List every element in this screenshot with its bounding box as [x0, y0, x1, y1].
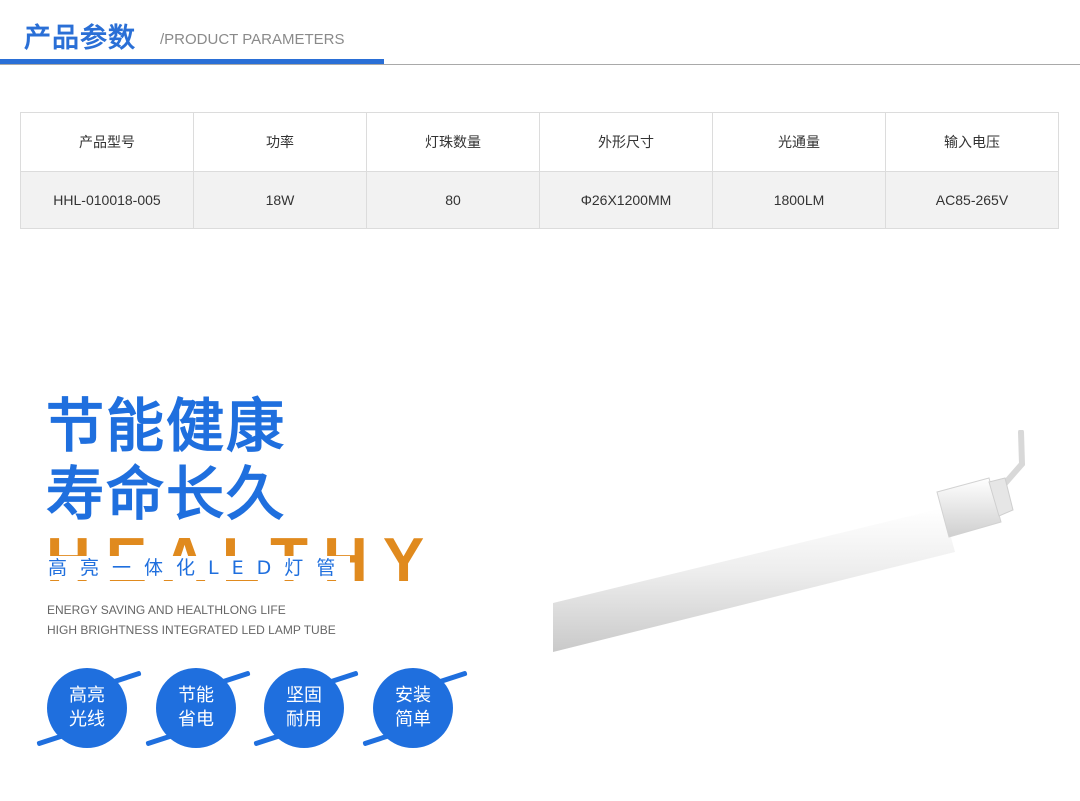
table-header-cell: 输入电压: [885, 112, 1059, 172]
table-header-cell: 灯珠数量: [366, 112, 540, 172]
feature-label: 坚固: [286, 685, 322, 706]
table-cell: 18W: [193, 171, 367, 229]
table-row: HHL-010018-005 18W 80 Φ26X1200MM 1800LM …: [20, 171, 1059, 229]
product-subtitle-cn: 高亮一体化LED灯管: [46, 556, 351, 580]
feature-label: 节能: [178, 685, 214, 706]
feature-badge-durable: 坚固 耐用: [253, 668, 359, 748]
feature-badge-install: 安装 简单: [362, 668, 468, 748]
table-header-cell: 光通量: [712, 112, 886, 172]
tube-body: [553, 508, 955, 652]
feature-label: 高亮: [69, 685, 105, 706]
table-cell: 1800LM: [712, 171, 886, 229]
slogan-line-2: 寿命长久: [46, 460, 287, 528]
table-header-row: 产品型号 功率 灯珠数量 外形尺寸 光通量 输入电压: [20, 112, 1059, 172]
table-header-cell: 外形尺寸: [539, 112, 713, 172]
feature-badge-brightness: 高亮 光线: [36, 668, 142, 748]
english-tagline-2: HIGH BRIGHTNESS INTEGRATED LED LAMP TUBE: [47, 623, 336, 637]
feature-label: 省电: [178, 709, 214, 730]
section-title-cn: 产品参数: [24, 23, 136, 54]
feature-circle: 安装 简单: [373, 668, 453, 748]
feature-label: 耐用: [286, 709, 322, 730]
table-cell: HHL-010018-005: [20, 171, 194, 229]
feature-circle: 高亮 光线: [47, 668, 127, 748]
header-accent-bar: [0, 59, 384, 64]
feature-circle: 坚固 耐用: [264, 668, 344, 748]
table-cell: AC85-265V: [885, 171, 1059, 229]
feature-circle: 节能 省电: [156, 668, 236, 748]
table-header-cell: 功率: [193, 112, 367, 172]
section-header: 产品参数 /PRODUCT PARAMETERS: [0, 0, 1080, 66]
slogan-line-1: 节能健康: [46, 392, 287, 460]
feature-label: 简单: [395, 709, 431, 730]
english-tagline-1: ENERGY SAVING AND HEALTHLONG LIFE: [47, 603, 286, 617]
header-divider: [0, 64, 1080, 65]
feature-label: 光线: [69, 709, 105, 730]
table-cell: 80: [366, 171, 540, 229]
table-header-cell: 产品型号: [20, 112, 194, 172]
section-title-en: /PRODUCT PARAMETERS: [160, 31, 345, 48]
led-tube-image: [553, 430, 1026, 652]
table-cell: Φ26X1200MM: [539, 171, 713, 229]
feature-badge-energy: 节能 省电: [145, 668, 251, 748]
feature-label: 安装: [395, 685, 431, 706]
parameters-table: 产品型号 功率 灯珠数量 外形尺寸 光通量 输入电压 HHL-010018-00…: [20, 112, 1059, 229]
